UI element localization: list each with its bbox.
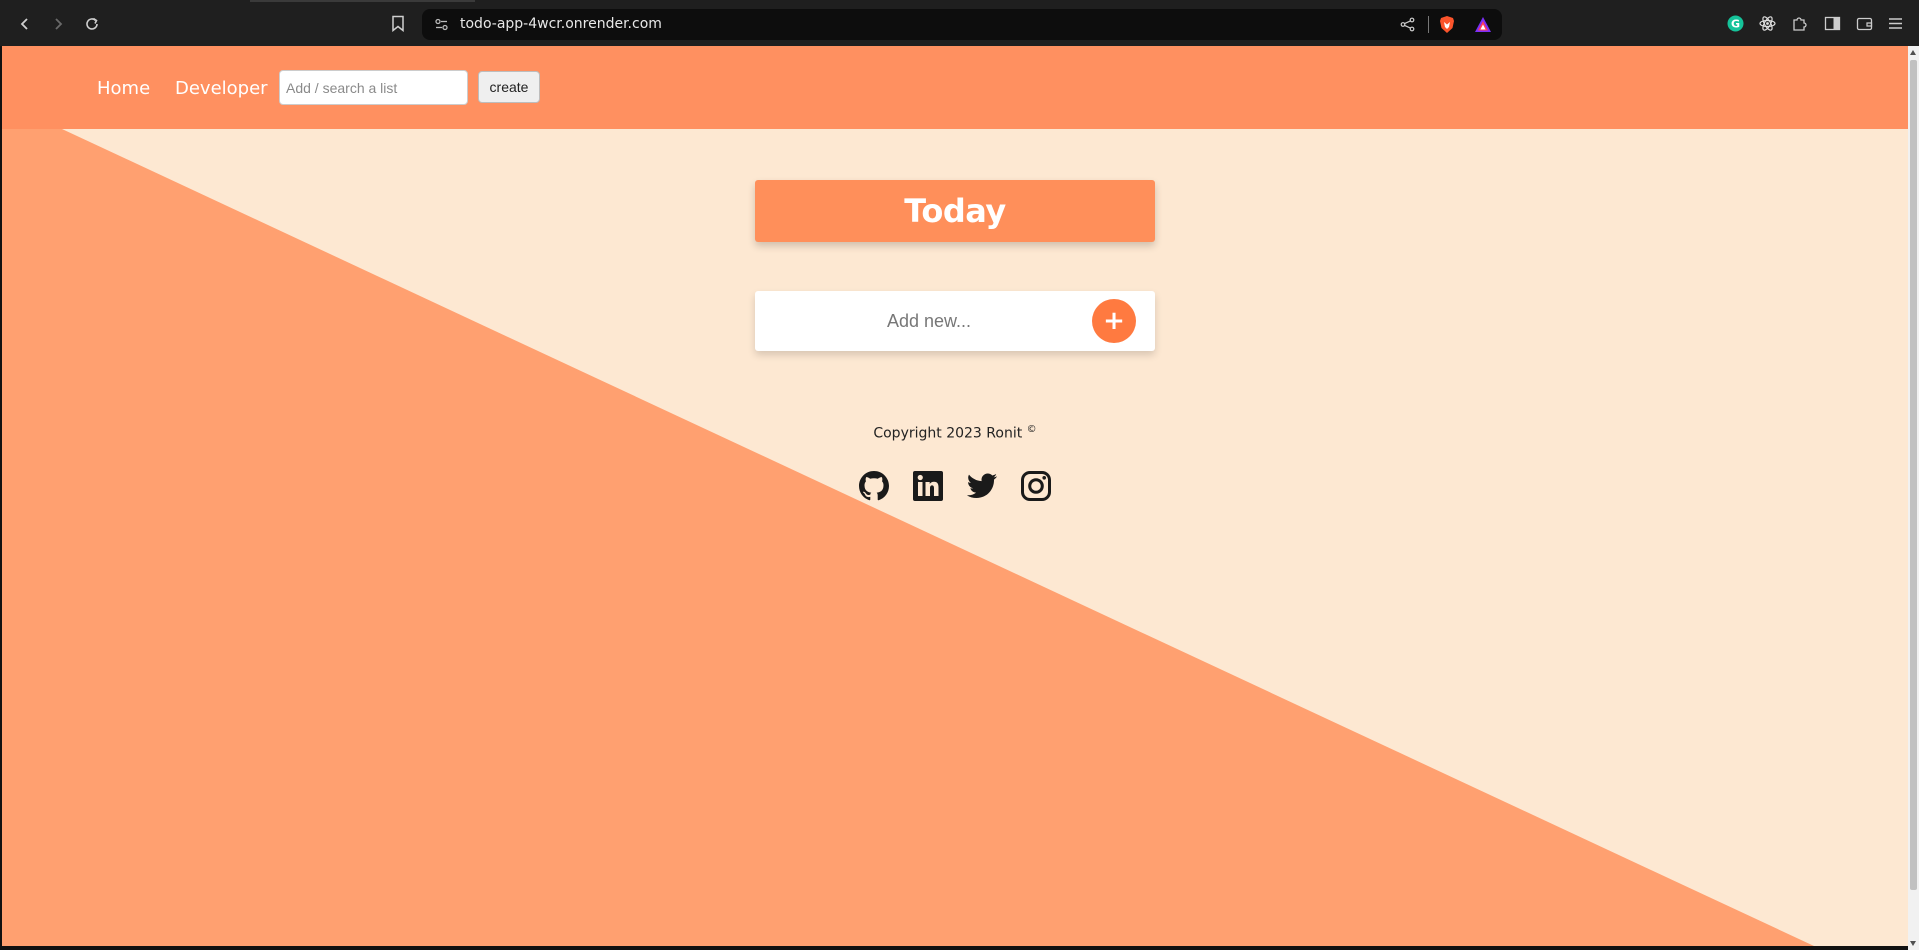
reload-icon xyxy=(86,17,98,30)
twitter-link[interactable] xyxy=(966,470,998,502)
sidebar-toggle-icon[interactable] xyxy=(1824,15,1841,32)
browser-toolbar: todo-app-4wcr.onrender.com G xyxy=(0,0,1919,46)
react-devtools-icon[interactable] xyxy=(1759,15,1776,32)
brave-shields-icon[interactable] xyxy=(1438,15,1456,34)
forward-arrow-icon xyxy=(55,18,63,30)
add-item-form: + xyxy=(755,291,1155,351)
active-tab-indicator xyxy=(250,0,475,2)
svg-text:G: G xyxy=(1731,18,1740,31)
wallet-icon[interactable] xyxy=(1856,15,1873,32)
grammarly-icon[interactable]: G xyxy=(1727,15,1744,32)
reload-button[interactable] xyxy=(81,13,103,35)
new-item-input[interactable] xyxy=(755,291,1085,351)
linkedin-link[interactable] xyxy=(912,470,944,502)
page-scrollbar[interactable] xyxy=(1908,46,1919,950)
linkedin-icon xyxy=(913,471,943,501)
instagram-link[interactable] xyxy=(1020,470,1052,502)
nav-developer-link[interactable]: Developer xyxy=(175,78,268,99)
back-arrow-icon xyxy=(20,18,28,30)
github-icon xyxy=(859,471,889,501)
site-header: Home Developer create xyxy=(2,46,1908,129)
list-search-input[interactable] xyxy=(279,70,468,105)
scroll-down-arrow-icon[interactable] xyxy=(1910,941,1916,946)
address-bar[interactable]: todo-app-4wcr.onrender.com xyxy=(422,9,1502,40)
url-text: todo-app-4wcr.onrender.com xyxy=(460,16,662,32)
instagram-icon xyxy=(1021,471,1051,501)
twitter-icon xyxy=(966,473,998,498)
forward-button[interactable] xyxy=(47,13,69,35)
copyright-symbol: © xyxy=(1026,424,1037,435)
create-list-button[interactable]: create xyxy=(478,71,540,103)
copyright-label: Copyright 2023 Ronit xyxy=(873,425,1023,442)
copyright-text: Copyright 2023 Ronit © xyxy=(755,424,1155,442)
bookmark-icon[interactable] xyxy=(390,15,406,32)
menu-icon[interactable] xyxy=(1887,15,1904,32)
add-item-button[interactable]: + xyxy=(1092,299,1136,343)
extensions-puzzle-icon[interactable] xyxy=(1791,15,1808,32)
page-viewport: Home Developer create Today + Copyright … xyxy=(2,46,1908,946)
scroll-up-arrow-icon[interactable] xyxy=(1910,50,1916,55)
urlbar-divider xyxy=(1428,16,1429,33)
site-settings-icon[interactable] xyxy=(434,17,449,32)
scrollbar-thumb[interactable] xyxy=(1910,60,1917,890)
share-icon[interactable] xyxy=(1400,17,1415,32)
brave-rewards-icon[interactable] xyxy=(1474,16,1492,33)
github-link[interactable] xyxy=(858,470,890,502)
list-title: Today xyxy=(904,192,1006,230)
back-button[interactable] xyxy=(14,13,36,35)
list-title-card: Today xyxy=(755,180,1155,242)
nav-home-link[interactable]: Home xyxy=(97,78,150,99)
